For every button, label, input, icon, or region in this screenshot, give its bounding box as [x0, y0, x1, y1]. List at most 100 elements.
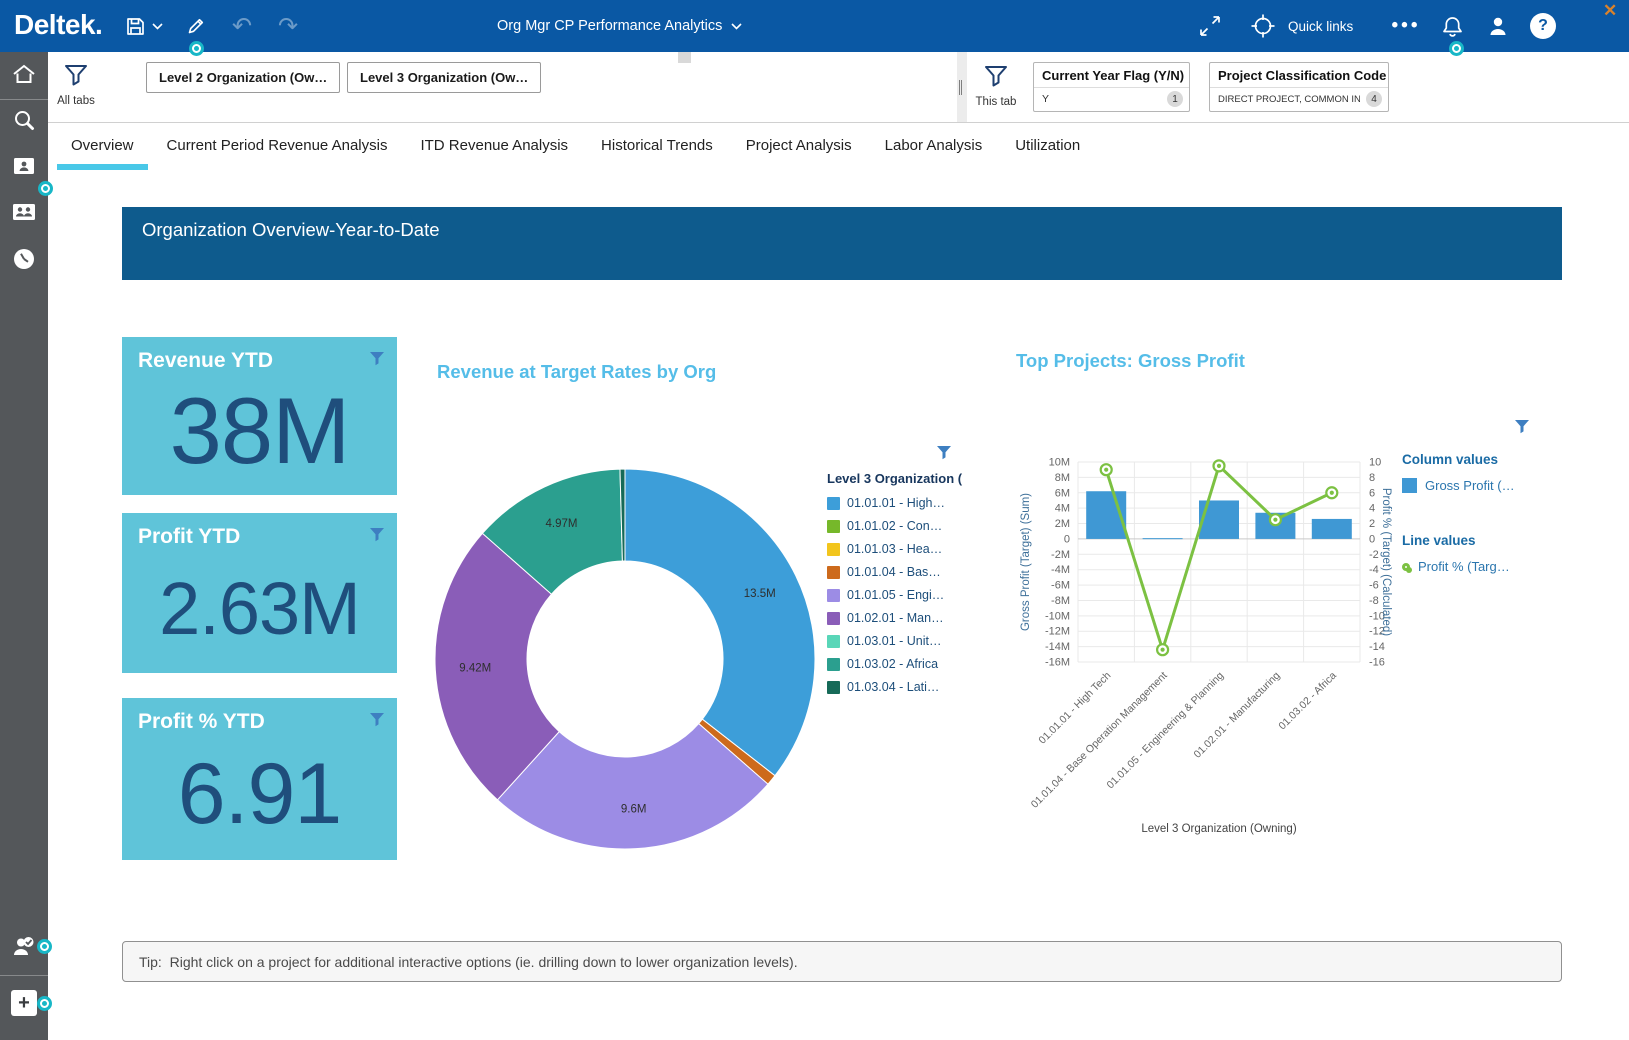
- left-axis-tick: 2M: [1055, 518, 1070, 530]
- legend-label: 01.01.02 - Con…: [847, 519, 942, 533]
- left-axis-tick: 4M: [1055, 503, 1070, 515]
- tab-filter-project-classification[interactable]: Project Classification Code DIRECT PROJE…: [1209, 62, 1389, 112]
- pencil-icon: [186, 16, 206, 36]
- tab-project-analysis[interactable]: Project Analysis: [732, 123, 866, 170]
- all-tabs-filter-button[interactable]: All tabs: [50, 63, 102, 107]
- legend-item[interactable]: 01.01.04 - Bas…: [827, 565, 987, 579]
- legend-item[interactable]: 01.03.02 - Africa: [827, 657, 987, 671]
- tab-overview[interactable]: Overview: [57, 123, 148, 170]
- this-tab-filter-button[interactable]: This tab: [970, 64, 1022, 108]
- sidebar-item-recent[interactable]: [0, 247, 48, 271]
- home-icon: [11, 62, 37, 86]
- filter-funnel-icon[interactable]: [369, 527, 385, 547]
- legend-item-gross-profit[interactable]: Gross Profit (…: [1402, 478, 1572, 493]
- coachmark-dot[interactable]: [40, 942, 49, 951]
- more-options-button[interactable]: •••: [1386, 0, 1426, 52]
- filter-funnel-icon[interactable]: [369, 712, 385, 732]
- sidebar-item-home[interactable]: [0, 62, 48, 86]
- filterbar-divider[interactable]: [957, 52, 967, 122]
- legend-item[interactable]: 01.03.04 - Lati…: [827, 680, 987, 694]
- left-axis-tick: -8M: [1051, 595, 1070, 607]
- sidebar-item-team-content[interactable]: [0, 201, 48, 223]
- sidebar: +: [0, 52, 48, 1040]
- combo-chart-title: Top Projects: Gross Profit: [1016, 350, 1245, 372]
- fullscreen-button[interactable]: [1196, 0, 1224, 52]
- sidebar-item-search[interactable]: [0, 108, 48, 132]
- right-axis-tick: -16: [1369, 657, 1385, 669]
- right-axis-tick: 6: [1369, 487, 1375, 499]
- donut-slice-label: 13.5M: [744, 588, 776, 600]
- legend-item-profit-pct[interactable]: Profit % (Targ…: [1402, 559, 1572, 574]
- sidebar-item-my-content[interactable]: [0, 155, 48, 177]
- revenue-donut-chart[interactable]: 13.5M9.6M9.42M4.97M: [420, 430, 830, 860]
- left-axis-tick: -14M: [1045, 641, 1070, 653]
- right-axis-tick: 0: [1369, 533, 1375, 545]
- bar[interactable]: [1199, 500, 1239, 538]
- kpi-value: 6.91: [122, 732, 397, 856]
- tab-labor-analysis[interactable]: Labor Analysis: [871, 123, 997, 170]
- coachmark-dot[interactable]: [1452, 44, 1461, 53]
- person-check-icon: [11, 934, 37, 958]
- undo-button[interactable]: ↶: [228, 0, 256, 52]
- bar[interactable]: [1143, 538, 1183, 539]
- all-tabs-label: All tabs: [50, 95, 102, 107]
- filter-chip-level2-org[interactable]: Level 2 Organization (Ow…: [146, 62, 340, 93]
- legend-swatch: [827, 612, 840, 625]
- close-icon[interactable]: ✕: [1603, 1, 1617, 21]
- filterbar-scrollbar[interactable]: [678, 52, 691, 63]
- line-marker-dot: [1161, 648, 1165, 652]
- tab-utilization[interactable]: Utilization: [1001, 123, 1094, 170]
- kpi-card-revenue-ytd[interactable]: Revenue YTD 38M: [122, 337, 397, 495]
- x-axis-title: Level 3 Organization (Owning): [1141, 823, 1296, 835]
- tab-current-period-revenue-analysis[interactable]: Current Period Revenue Analysis: [153, 123, 402, 170]
- team-content-icon: [11, 201, 37, 223]
- legend-swatch: [827, 520, 840, 533]
- redo-button[interactable]: ↷: [274, 0, 302, 52]
- kpi-title: Profit % YTD: [138, 710, 265, 734]
- filter-funnel-icon[interactable]: [1514, 419, 1530, 439]
- filter-chip-level3-org[interactable]: Level 3 Organization (Ow…: [347, 62, 541, 93]
- combo-legend: Column valuesGross Profit (…Line valuesP…: [1402, 452, 1572, 574]
- search-icon: [12, 108, 36, 132]
- left-axis-tick: -12M: [1045, 626, 1070, 638]
- legend-label: 01.03.01 - Unit…: [847, 634, 942, 648]
- save-menu-button[interactable]: [150, 0, 164, 52]
- legend-item[interactable]: 01.01.01 - High…: [827, 496, 987, 510]
- tab-itd-revenue-analysis[interactable]: ITD Revenue Analysis: [406, 123, 582, 170]
- legend-swatch: [827, 497, 840, 510]
- tab-filter-current-year-flag[interactable]: Current Year Flag (Y/N) Y 1: [1033, 62, 1190, 112]
- notifications-button[interactable]: [1438, 0, 1466, 52]
- legend-item[interactable]: 01.01.05 - Engi…: [827, 588, 987, 602]
- coachmark-dot[interactable]: [192, 44, 201, 53]
- legend-swatch: [827, 635, 840, 648]
- save-button[interactable]: [122, 0, 148, 52]
- donut-slice[interactable]: [625, 469, 815, 776]
- left-axis-tick: 8M: [1055, 472, 1070, 484]
- bar[interactable]: [1312, 519, 1352, 539]
- donut-legend: Level 3 Organization (01.01.01 - High…01…: [827, 471, 987, 703]
- legend-item[interactable]: 01.01.02 - Con…: [827, 519, 987, 533]
- legend-item[interactable]: 01.03.01 - Unit…: [827, 634, 987, 648]
- account-button[interactable]: [1484, 0, 1512, 52]
- tab-historical-trends[interactable]: Historical Trends: [587, 123, 727, 170]
- legend-item[interactable]: 01.02.01 - Man…: [827, 611, 987, 625]
- filter-value: Y: [1042, 93, 1049, 105]
- coachmark-dot[interactable]: [41, 184, 50, 193]
- donut-slice-label: 9.42M: [459, 662, 491, 674]
- donut-slice-label: 4.97M: [545, 518, 577, 530]
- quick-links-button[interactable]: Quick links: [1250, 0, 1353, 52]
- report-title-menu[interactable]: Org Mgr CP Performance Analytics: [497, 0, 742, 52]
- help-button[interactable]: ?: [1528, 0, 1558, 52]
- kpi-card-profit-pct-ytd[interactable]: Profit % YTD 6.91: [122, 698, 397, 860]
- undo-icon: ↶: [232, 12, 252, 40]
- gross-profit-combo-chart[interactable]: 10M108M86M64M42M200-2M-2-4M-4-6M-6-8M-8-…: [1015, 430, 1400, 845]
- line-values-header: Line values: [1402, 533, 1572, 548]
- kpi-card-profit-ytd[interactable]: Profit YTD 2.63M: [122, 513, 397, 673]
- kpi-title: Profit YTD: [138, 525, 240, 549]
- filter-funnel-icon[interactable]: [369, 351, 385, 371]
- coachmark-dot[interactable]: [40, 999, 49, 1008]
- legend-item[interactable]: 01.01.03 - Hea…: [827, 542, 987, 556]
- chevron-down-icon: [731, 23, 742, 30]
- app-window: Deltek. ↶ ↷ Org Mgr CP Performance Analy…: [0, 0, 1629, 1040]
- filter-funnel-icon[interactable]: [936, 445, 952, 465]
